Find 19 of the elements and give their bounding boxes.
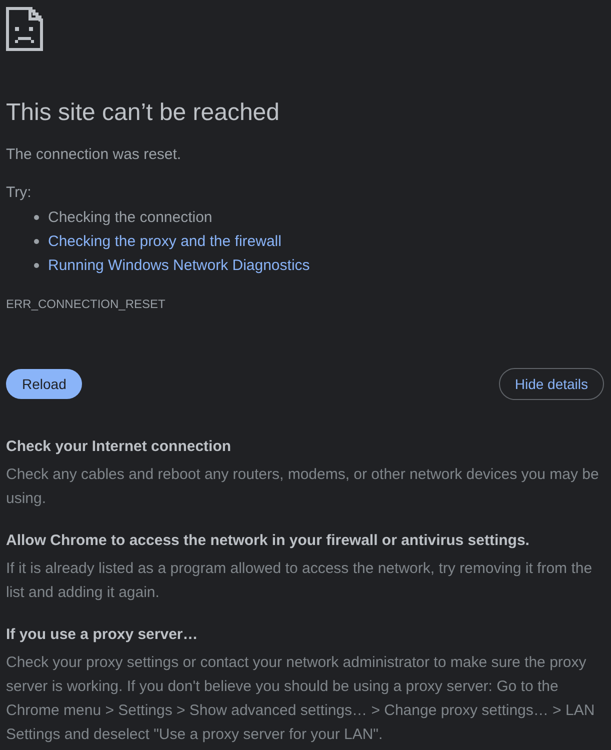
suggestions-label: Try: — [6, 183, 32, 203]
error-code: ERR_CONNECTION_RESET — [6, 296, 166, 312]
bullet-icon — [34, 214, 39, 220]
details-button[interactable]: Hide details — [498, 368, 604, 400]
detail-text: Check any cables and reboot any routers, modems, or other network devices you may be using. — [6, 465, 600, 509]
reload-button[interactable]: Reload — [6, 369, 82, 399]
detail-heading: If you use a proxy server… — [6, 625, 199, 645]
suggestion-link[interactable]: Checking the proxy and the firewall — [48, 232, 282, 250]
detail-heading: Check your Internet connection — [6, 437, 232, 457]
bullet-icon — [34, 262, 39, 268]
detail-text: If it is already listed as a program allowed to access the network, try removing it from the list and adding it again. — [6, 559, 594, 603]
suggestion-text: Checking the connection — [48, 208, 212, 226]
detail-heading: Allow Chrome to access the network in your firewall or antivirus settings. — [6, 531, 530, 551]
bullet-icon — [34, 238, 39, 244]
sad-page-icon — [6, 7, 43, 51]
error-summary: The connection was reset. — [6, 145, 182, 165]
page-title: This site can’t be reached — [6, 98, 280, 128]
detail-text: Check your proxy settings or contact your network administrator to make sure the proxy server is working. If you don't believe you should be using a proxy server: Go to the Chrome menu > Settings > Show advanced settings… > Change proxy settings… > LAN Settings and deselect "Use a proxy server for your LAN". — [6, 653, 596, 745]
suggestion-link[interactable]: Running Windows Network Diagnostics — [48, 256, 310, 274]
